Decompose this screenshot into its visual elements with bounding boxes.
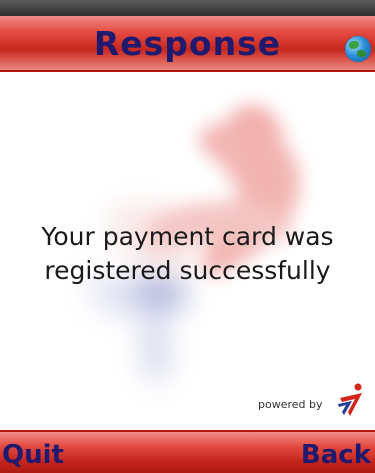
softkey-bar: Quit Back xyxy=(0,430,375,473)
powered-by-label: powered by xyxy=(258,398,323,411)
quit-softkey[interactable]: Quit xyxy=(2,440,64,470)
back-softkey[interactable]: Back xyxy=(301,440,371,470)
message-line-2: registered successfully xyxy=(44,256,331,285)
status-message: Your payment card was registered success… xyxy=(0,220,375,288)
phone-screen: Response Your payment card was registere… xyxy=(0,0,375,473)
status-strip xyxy=(0,0,375,16)
brand-logo xyxy=(338,383,362,416)
message-line-1: Your payment card was xyxy=(41,222,334,251)
title-bar: Response xyxy=(0,16,375,72)
page-title: Response xyxy=(93,24,282,63)
globe-icon xyxy=(345,36,371,62)
content-area: Your payment card was registered success… xyxy=(0,72,375,430)
